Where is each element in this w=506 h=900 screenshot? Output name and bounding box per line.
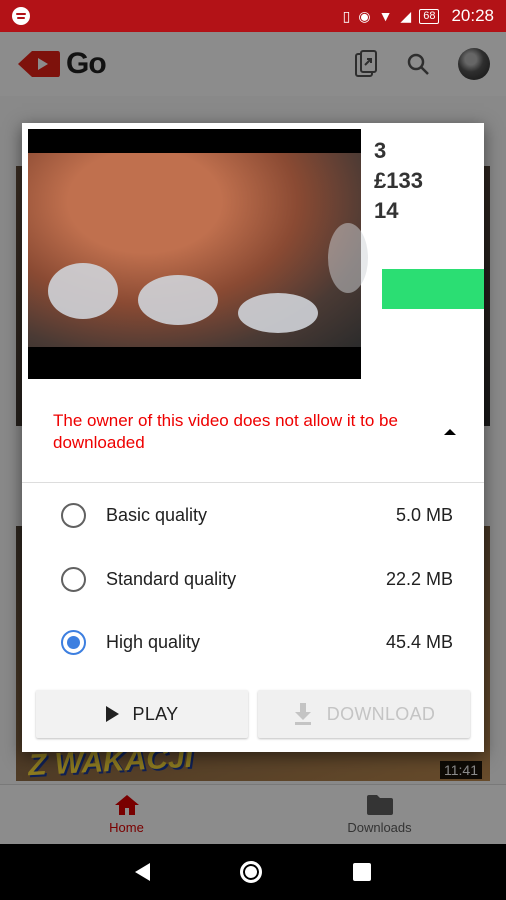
quality-option-basic[interactable]: Basic quality 5.0 MB: [22, 484, 484, 548]
preview-stat: 14: [374, 198, 399, 224]
play-button[interactable]: PLAY: [36, 690, 248, 738]
battery-icon: 68: [419, 8, 440, 24]
option-label: High quality: [106, 632, 201, 653]
preview-image: [28, 153, 368, 347]
preview-stat: 3: [374, 138, 387, 163]
system-nav-bar: [0, 844, 506, 900]
play-button-label: PLAY: [132, 703, 179, 724]
download-button[interactable]: DOWNLOAD: [258, 690, 470, 738]
option-size: 5.0 MB: [395, 505, 453, 526]
play-icon: [105, 706, 119, 722]
collapse-caret-icon[interactable]: [444, 428, 456, 435]
eye-icon: ◉: [358, 8, 371, 24]
quality-options: Basic quality 5.0 MB Standard quality 22…: [22, 484, 484, 675]
option-size: 45.4 MB: [385, 632, 453, 653]
preview-video-frame: [28, 129, 368, 379]
wifi-icon: ▼: [378, 8, 393, 24]
dialog-actions: PLAY DOWNLOAD: [36, 690, 470, 738]
radio-button[interactable]: [61, 566, 86, 592]
home-circle-icon[interactable]: [240, 861, 263, 883]
signal-icon: ◢: [400, 8, 412, 24]
download-button-label: DOWNLOAD: [326, 703, 436, 724]
back-icon[interactable]: [135, 863, 151, 881]
preview-back-project-button: [382, 269, 484, 309]
preview-stat: £133: [374, 168, 423, 194]
quality-option-standard[interactable]: Standard quality 22.2 MB: [22, 548, 484, 612]
download-notice[interactable]: The owner of this video does not allow i…: [22, 381, 484, 483]
clock: 20:28: [451, 6, 494, 25]
radio-button-selected[interactable]: [61, 630, 86, 656]
status-bar: ▯ ◉ ▼ ◢ 68 20:28: [0, 0, 506, 32]
video-preview: 3 £133 14: [22, 123, 484, 381]
spotify-icon: [12, 7, 30, 25]
notice-text: The owner of this video does not allow i…: [53, 410, 398, 452]
recents-icon[interactable]: [352, 863, 371, 881]
download-icon: [294, 703, 311, 725]
option-label: Standard quality: [106, 568, 237, 589]
radio-button[interactable]: [61, 503, 86, 529]
vibrate-icon: ▯: [342, 8, 351, 24]
option-label: Basic quality: [106, 505, 208, 526]
download-dialog: 3 £133 14 The owner of this video does n…: [22, 123, 484, 752]
option-size: 22.2 MB: [385, 568, 453, 589]
quality-option-high[interactable]: High quality 45.4 MB: [22, 611, 484, 675]
preview-sidebar: 3 £133 14: [374, 138, 484, 381]
